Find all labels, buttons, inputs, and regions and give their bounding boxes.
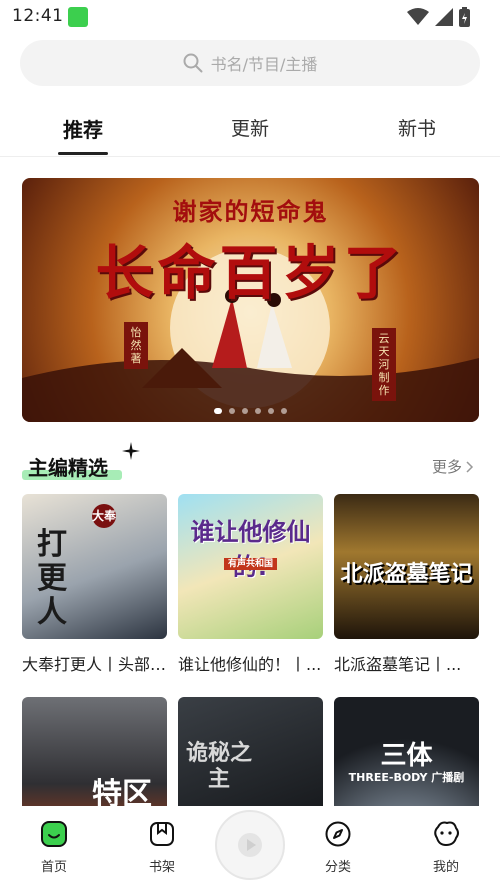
search-icon [183, 53, 203, 73]
status-icons [407, 7, 470, 27]
more-label: 更多 [431, 458, 462, 476]
nav-category[interactable]: 分类 [308, 820, 368, 875]
banner-subtitle: 谢家的短命鬼 [172, 198, 329, 226]
carousel-dots [22, 408, 479, 414]
player-button[interactable] [215, 810, 285, 880]
carousel-dot[interactable] [229, 408, 235, 414]
chevron-right-icon [466, 460, 474, 473]
more-button[interactable]: 更多 [432, 456, 474, 477]
search-input[interactable]: 书名/节目/主播 [20, 40, 480, 86]
cover-title: 打更人 [37, 527, 67, 630]
status-time: 12:41 [12, 6, 64, 26]
book-cover: 谁让他修仙的! 有声共和国 [178, 494, 323, 639]
book-title: 谁让他修仙的！丨... [178, 655, 322, 674]
tab-active-indicator [58, 152, 108, 155]
tab-updates[interactable]: 更新 [210, 114, 290, 141]
battery-icon [459, 7, 470, 27]
nav-category-label: 分类 [324, 860, 351, 875]
cover-tag: 有声共和国 [178, 556, 323, 570]
bottom-nav: 首页 书架 分类 我的 [0, 806, 500, 889]
nav-profile-label: 我的 [432, 860, 459, 875]
cover-tag: 大奉 [92, 504, 116, 528]
banner-carousel[interactable]: 谢家的短命鬼 长命百岁了 怡然著 云天河制作 [22, 178, 479, 422]
play-icon [238, 833, 262, 857]
tab-recommend[interactable]: 推荐 [43, 114, 123, 143]
nav-bookshelf-label: 书架 [148, 860, 175, 875]
sparkle-icon [122, 442, 140, 460]
carousel-dot[interactable] [268, 408, 274, 414]
nav-bookshelf[interactable]: 书架 [132, 820, 192, 875]
book-cover: 北派盗墓笔记 [334, 494, 479, 639]
nav-home[interactable]: 首页 [24, 820, 84, 875]
cover-title: 北派盗墓笔记 [340, 562, 473, 587]
book-cover: 大奉 打更人 [22, 494, 167, 639]
banner-author: 怡然著 [124, 322, 148, 369]
cover-tag: THREE-BODY 广播剧 [348, 771, 465, 784]
nav-home-label: 首页 [40, 860, 67, 875]
book-card[interactable]: 谁让他修仙的! 有声共和国 谁让他修仙的！丨... [178, 494, 323, 675]
book-card[interactable]: 大奉 打更人 大奉打更人丨头部大神... [22, 494, 167, 675]
profile-icon [434, 821, 459, 847]
category-icon [325, 821, 351, 847]
carousel-dot[interactable] [242, 408, 248, 414]
carousel-dot[interactable] [255, 408, 261, 414]
tab-new-books[interactable]: 新书 [377, 114, 457, 141]
banner-title: 长命百岁了 [95, 239, 406, 307]
signal-icon [435, 8, 453, 26]
cover-title: 三体 [380, 741, 433, 771]
status-bar: 12:41 [0, 0, 500, 34]
cover-title: 诡秘之主 [185, 741, 252, 792]
wifi-icon [407, 8, 429, 25]
nav-profile[interactable]: 我的 [416, 820, 476, 875]
bookshelf-icon [150, 822, 174, 846]
app-notification-icon [68, 7, 88, 27]
banner-producer: 云天河制作 [372, 328, 396, 401]
tab-bar: 推荐 更新 新书 [0, 108, 500, 157]
book-card[interactable]: 北派盗墓笔记 北派盗墓笔记丨... [334, 494, 479, 675]
book-title: 大奉打更人丨头部大神... [22, 655, 167, 674]
home-icon [41, 821, 67, 847]
cover-title: 谁让他修仙的! [190, 518, 311, 581]
carousel-dot[interactable] [214, 408, 222, 414]
search-placeholder: 书名/节目/主播 [210, 55, 318, 74]
section-title: 主编精选 [28, 456, 108, 480]
carousel-dot[interactable] [281, 408, 287, 414]
book-title: 北派盗墓笔记丨... [334, 655, 462, 674]
